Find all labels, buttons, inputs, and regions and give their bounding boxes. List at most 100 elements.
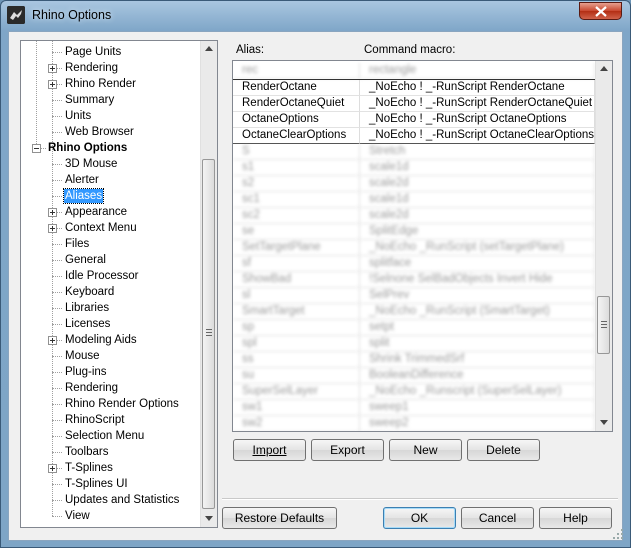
tree-item[interactable]: Files [21, 236, 200, 252]
tree-item[interactable]: Plug-ins [21, 364, 200, 380]
tree-scrollbar[interactable] [200, 41, 217, 527]
alias-cell[interactable]: ss [233, 352, 360, 368]
tree-item[interactable]: Rhino Options [21, 140, 200, 156]
tree-item[interactable]: T-Splines [21, 460, 200, 476]
alias-row[interactable]: sc1 scale1d [233, 192, 595, 208]
command-macro-cell[interactable]: rectangle [360, 63, 595, 79]
scroll-down-arrow-icon[interactable] [201, 511, 217, 527]
tree-item[interactable]: 3D Mouse [21, 156, 200, 172]
command-macro-cell[interactable]: _NoEcho _RunScript (setTargetPlane) [360, 240, 595, 256]
alias-cell[interactable]: RenderOctaneQuiet [233, 96, 360, 112]
command-macro-cell[interactable]: setpt [360, 320, 595, 336]
tree-item[interactable]: Modeling Aids [21, 332, 200, 348]
tree-item[interactable]: Keyboard [21, 284, 200, 300]
tree-item[interactable]: Page Units [21, 44, 200, 60]
alias-cell[interactable]: s2 [233, 176, 360, 192]
alias-cell[interactable]: RenderOctane [233, 80, 360, 96]
command-macro-cell[interactable]: !Selnone SelBadObjects Invert Hide [360, 272, 595, 288]
alias-cell[interactable]: sc2 [233, 208, 360, 224]
alias-row[interactable]: OctaneClearOptions _NoEcho ! _-RunScript … [233, 128, 595, 144]
alias-cell[interactable]: sw2 [233, 416, 360, 431]
alias-row[interactable]: spl split [233, 336, 595, 352]
alias-row[interactable]: SuperSelLayer _NoEcho _Runscript (SuperSe… [233, 384, 595, 400]
tree-item[interactable]: Libraries [21, 300, 200, 316]
expand-plus-icon[interactable] [48, 224, 57, 233]
command-macro-cell[interactable]: Stretch [360, 144, 595, 160]
title-bar[interactable]: Rhino Options [1, 1, 630, 31]
export-button[interactable]: Export [311, 439, 384, 461]
restore-defaults-button[interactable]: Restore Defaults [222, 507, 337, 529]
alias-cell[interactable]: SetTargetPlane [233, 240, 360, 256]
delete-button[interactable]: Delete [467, 439, 540, 461]
command-macro-cell[interactable]: sweep1 [360, 400, 595, 416]
command-macro-cell[interactable]: _NoEcho _Runscript (SuperSelLayer) [360, 384, 595, 400]
command-macro-cell[interactable]: _NoEcho _RunScript (SmartTarget) [360, 304, 595, 320]
alias-cell[interactable]: OctaneOptions [233, 112, 360, 128]
tree-item[interactable]: Aliases [21, 188, 200, 204]
resize-grip-icon[interactable] [612, 528, 624, 540]
tree-item[interactable]: Idle Processor [21, 268, 200, 284]
alias-cell[interactable]: OctaneClearOptions [233, 128, 360, 144]
alias-cell[interactable]: sw1 [233, 400, 360, 416]
scroll-down-arrow-icon[interactable] [596, 415, 612, 431]
aliases-scrollbar[interactable] [595, 61, 612, 431]
help-button[interactable]: Help [539, 507, 612, 529]
alias-cell[interactable]: SuperSelLayer [233, 384, 360, 400]
command-macro-cell[interactable]: SelPrev [360, 288, 595, 304]
tree-scroll-thumb[interactable] [202, 159, 215, 509]
command-macro-cell[interactable]: _NoEcho ! _-RunScript OctaneOptions [360, 112, 595, 128]
tree-item[interactable]: Appearance [21, 204, 200, 220]
tree-item[interactable]: View [21, 508, 200, 524]
scroll-up-arrow-icon[interactable] [596, 61, 612, 77]
alias-row[interactable]: se SplitEdge [233, 224, 595, 240]
command-macro-cell[interactable]: _NoEcho ! _-RunScript RenderOctane [360, 80, 595, 96]
alias-cell[interactable]: sc1 [233, 192, 360, 208]
expand-plus-icon[interactable] [48, 208, 57, 217]
alias-row[interactable]: ss Shrink TrimmedSrf [233, 352, 595, 368]
ok-button[interactable]: OK [383, 507, 456, 529]
alias-row[interactable]: RenderOctane _NoEcho ! _-RunScript Render… [233, 80, 595, 96]
command-macro-cell[interactable]: BooleanDifference [360, 368, 595, 384]
alias-row[interactable]: sl SelPrev [233, 288, 595, 304]
alias-cell[interactable]: rec [233, 63, 360, 79]
tree-item[interactable]: Summary [21, 92, 200, 108]
alias-cell[interactable]: sp [233, 320, 360, 336]
alias-row[interactable]: sp setpt [233, 320, 595, 336]
tree-item[interactable]: Updates and Statistics [21, 492, 200, 508]
scroll-up-arrow-icon[interactable] [201, 41, 217, 57]
tree-item[interactable]: Web Browser [21, 124, 200, 140]
tree-item[interactable]: General [21, 252, 200, 268]
alias-cell[interactable]: sf [233, 256, 360, 272]
tree-item[interactable]: Context Menu [21, 220, 200, 236]
command-macro-cell[interactable]: Shrink TrimmedSrf [360, 352, 595, 368]
command-macro-cell[interactable]: scale2d [360, 208, 595, 224]
command-macro-cell[interactable]: split [360, 336, 595, 352]
tree-item[interactable]: Rendering [21, 60, 200, 76]
tree-item[interactable]: T-Splines UI [21, 476, 200, 492]
alias-row[interactable]: S Stretch [233, 144, 595, 160]
tree-item[interactable]: Toolbars [21, 444, 200, 460]
command-macro-cell[interactable]: SplitEdge [360, 224, 595, 240]
alias-cell[interactable]: se [233, 224, 360, 240]
alias-cell[interactable]: SmartTarget [233, 304, 360, 320]
expand-plus-icon[interactable] [48, 464, 57, 473]
alias-cell[interactable]: S [233, 144, 360, 160]
alias-row[interactable]: RenderOctaneQuiet _NoEcho ! _-RunScript R… [233, 96, 595, 112]
expand-plus-icon[interactable] [48, 80, 57, 89]
command-macro-cell[interactable]: _NoEcho ! _-RunScript RenderOctaneQuiet [360, 96, 595, 112]
collapse-minus-icon[interactable] [32, 144, 41, 153]
tree-item[interactable]: Rhino Render [21, 76, 200, 92]
expand-plus-icon[interactable] [48, 336, 57, 345]
tree-item[interactable]: Rhino Render Options [21, 396, 200, 412]
tree-item[interactable]: Selection Menu [21, 428, 200, 444]
aliases-scroll-thumb[interactable] [597, 296, 610, 354]
alias-cell[interactable]: s1 [233, 160, 360, 176]
cancel-button[interactable]: Cancel [461, 507, 534, 529]
tree-item[interactable]: Licenses [21, 316, 200, 332]
expand-plus-icon[interactable] [48, 64, 57, 73]
command-macro-cell[interactable]: splitface [360, 256, 595, 272]
command-macro-cell[interactable]: _NoEcho ! _-RunScript OctaneClearOptions [360, 128, 595, 144]
alias-cell[interactable]: ShowBad [233, 272, 360, 288]
alias-cell[interactable]: sl [233, 288, 360, 304]
alias-cell[interactable]: spl [233, 336, 360, 352]
